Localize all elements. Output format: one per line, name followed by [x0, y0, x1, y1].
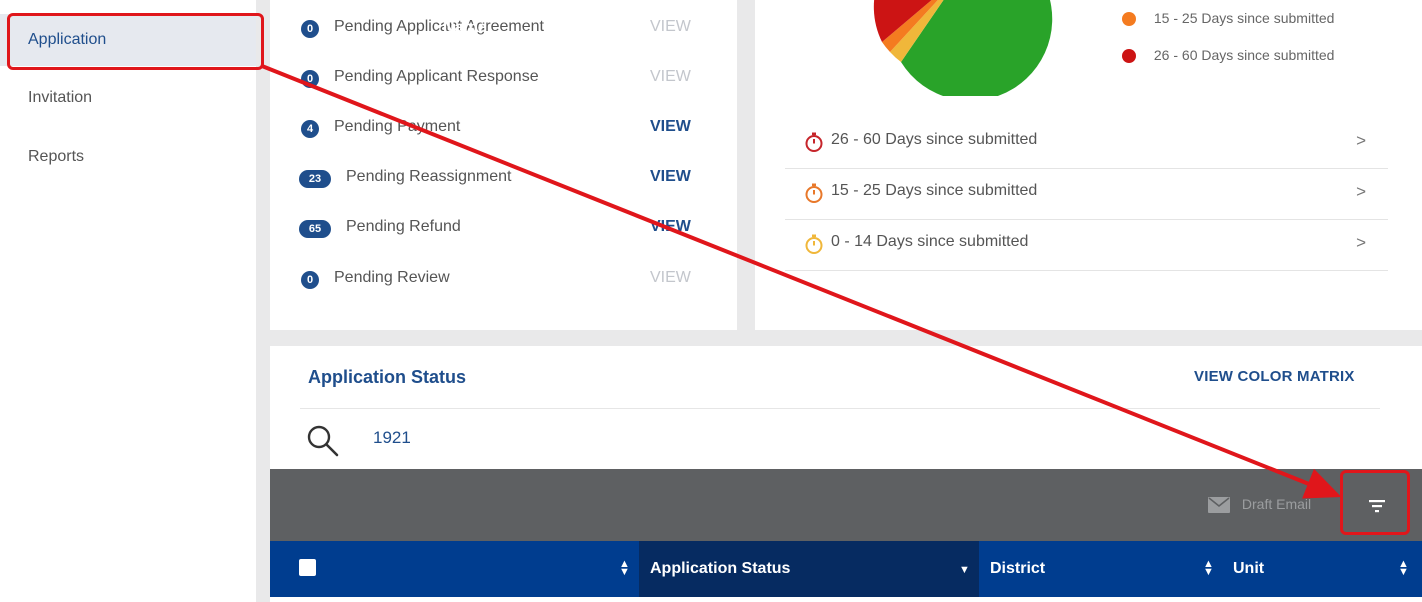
- search-input[interactable]: 1921: [373, 428, 411, 448]
- view-link[interactable]: VIEW: [650, 218, 691, 236]
- draft-email-label: Draft Email: [1241, 496, 1312, 512]
- status-label: Pending Applicant Response: [334, 68, 539, 85]
- day-range-row-26-60[interactable]: 26 - 60 Days since submitted >: [785, 118, 1388, 169]
- status-label: Pending Applicant Agreement: [334, 18, 544, 35]
- status-row-refund: 65 Pending Refund VIEW: [0, 209, 691, 249]
- divider: [300, 408, 1380, 409]
- day-range-label: 0 - 14 Days since submitted: [831, 233, 1029, 250]
- view-link[interactable]: VIEW: [650, 18, 691, 36]
- count-badge: 65: [299, 220, 331, 238]
- view-link[interactable]: VIEW: [650, 118, 691, 136]
- column-header-unit[interactable]: Unit: [1233, 541, 1264, 597]
- status-row-review: 0 Pending Review VIEW: [0, 260, 691, 300]
- select-all-checkbox[interactable]: [299, 559, 316, 576]
- legend-item-15-25: 15 - 25 Days since submitted: [1122, 10, 1335, 27]
- view-link[interactable]: VIEW: [650, 168, 691, 186]
- status-row-reassignment: 23 Pending Reassignment VIEW: [0, 159, 691, 199]
- search-icon[interactable]: [306, 424, 340, 458]
- sort-icon[interactable]: ▲ ▼: [1203, 559, 1214, 578]
- status-label: Pending Reassignment: [346, 168, 512, 185]
- status-label: Pending Refund: [346, 218, 461, 235]
- day-range-row-0-14[interactable]: 0 - 14 Days since submitted >: [785, 220, 1388, 271]
- day-range-label: 26 - 60 Days since submitted: [831, 131, 1038, 148]
- view-color-matrix-link[interactable]: VIEW COLOR MATRIX: [1194, 368, 1355, 385]
- column-label: Application Status: [650, 560, 791, 577]
- aging-pie-chart: [873, 0, 1053, 96]
- status-row-payment: 4 Pending Payment VIEW: [0, 109, 691, 149]
- annotation-box-application: [7, 13, 264, 70]
- mail-icon: [1208, 497, 1230, 514]
- legend-item-26-60: 26 - 60 Days since submitted: [1122, 47, 1335, 64]
- chevron-right-icon: >: [1356, 182, 1366, 201]
- sort-icon[interactable]: ▲ ▼: [619, 559, 630, 578]
- stopwatch-icon: [805, 183, 823, 203]
- legend-label: 26 - 60 Days since submitted: [1153, 47, 1335, 63]
- view-link[interactable]: VIEW: [650, 269, 691, 287]
- sort-icon[interactable]: ▲ ▼: [1398, 559, 1409, 578]
- column-label: District: [990, 560, 1046, 577]
- annotation-box-filter: [1340, 470, 1410, 535]
- count-badge: 23: [299, 170, 331, 188]
- column-header-name[interactable]: Name: [443, 0, 487, 56]
- column-label: Name: [443, 19, 487, 36]
- panel-title: Application Status: [308, 367, 467, 387]
- sort-desc-icon[interactable]: ▼: [959, 565, 970, 576]
- stopwatch-icon: [805, 132, 823, 152]
- status-label: Pending Payment: [334, 118, 461, 135]
- column-label: Unit: [1233, 560, 1265, 577]
- count-badge: 0: [301, 70, 319, 88]
- chevron-right-icon: >: [1356, 233, 1366, 252]
- stopwatch-icon: [805, 234, 823, 254]
- draft-email-button[interactable]: Draft Email: [1208, 496, 1312, 514]
- day-range-row-15-25[interactable]: 15 - 25 Days since submitted >: [785, 169, 1388, 220]
- legend-dot: [1122, 49, 1136, 64]
- legend-dot: [1122, 12, 1136, 27]
- day-range-label: 15 - 25 Days since submitted: [831, 182, 1038, 199]
- view-link[interactable]: VIEW: [650, 68, 691, 86]
- status-label: Pending Review: [334, 269, 450, 286]
- legend-label: 15 - 25 Days since submitted: [1153, 10, 1335, 26]
- column-header-district[interactable]: District: [990, 541, 1045, 597]
- column-header-application-status[interactable]: Application Status: [639, 541, 979, 597]
- count-badge: 0: [301, 20, 319, 38]
- count-badge: 0: [301, 271, 319, 289]
- chevron-right-icon: >: [1356, 131, 1366, 150]
- count-badge: 4: [301, 120, 319, 138]
